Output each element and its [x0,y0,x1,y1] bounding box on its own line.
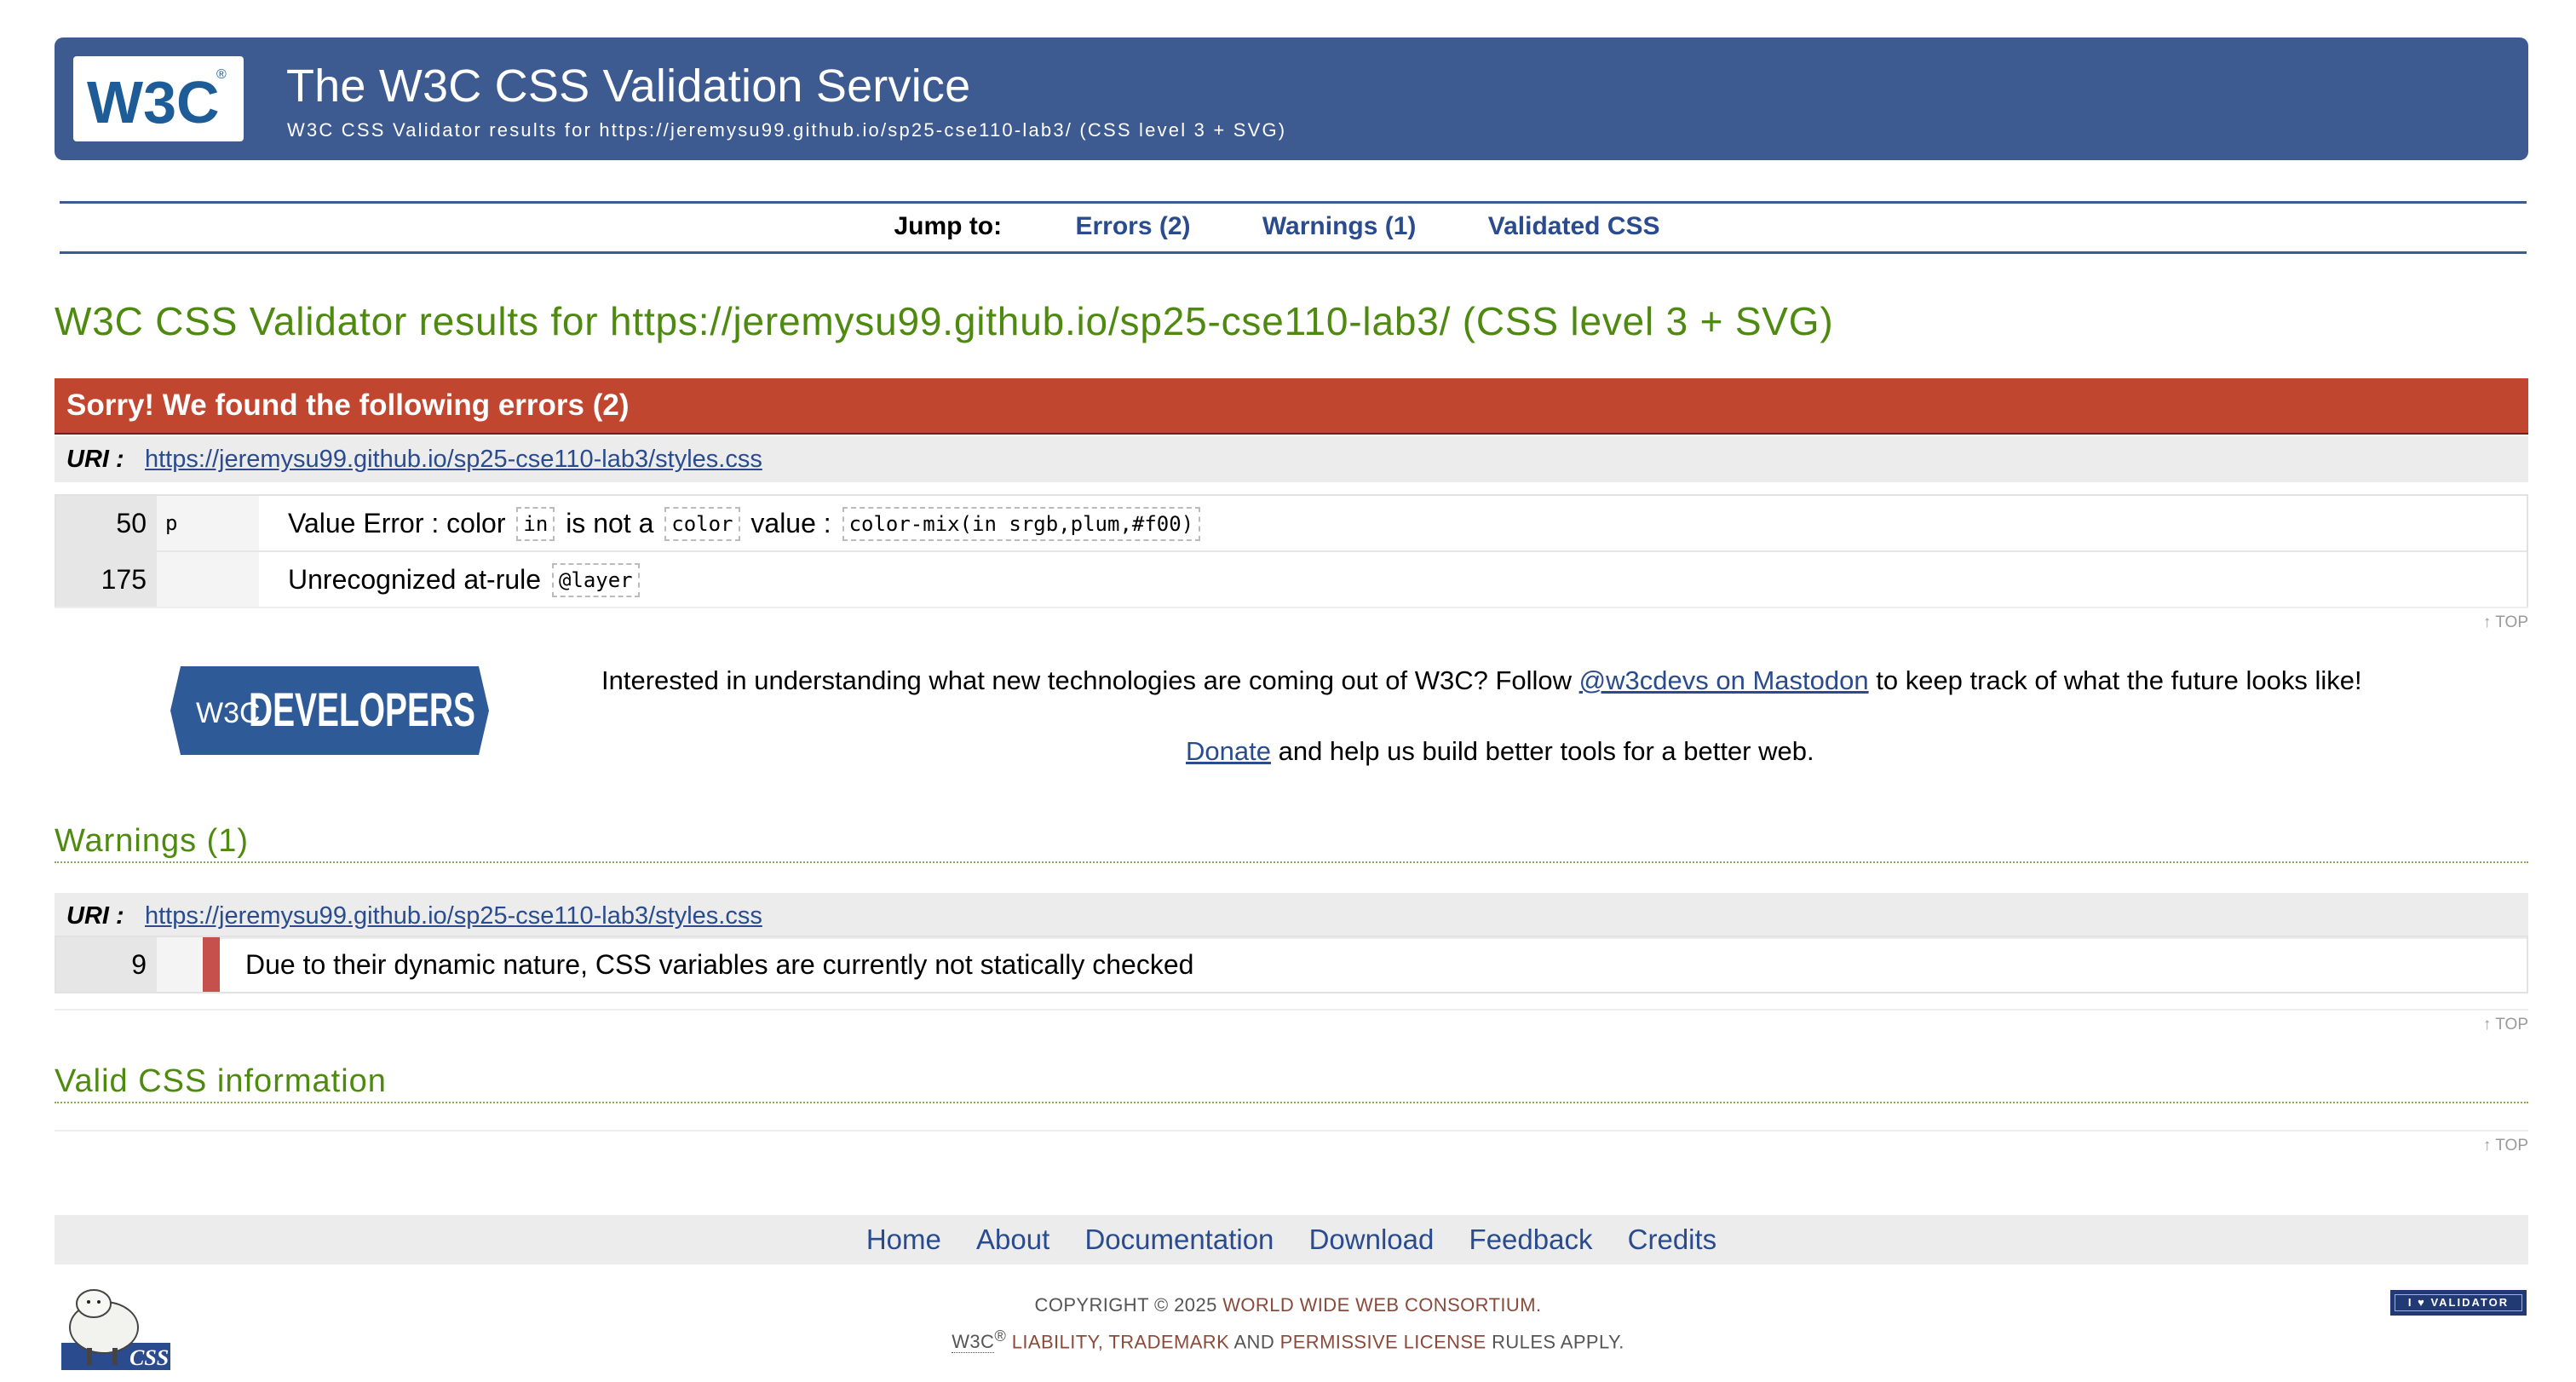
promo-text: Interested in understanding what new tec… [601,665,2362,695]
warning-line-number: 9 [56,937,157,992]
error-message: Unrecognized at-rule @layer [288,552,643,607]
back-to-top-link[interactable]: ↑ TOP [2483,613,2528,632]
back-to-top-link[interactable]: ↑ TOP [2483,1137,2528,1155]
trademark-link[interactable]: TRADEMARK [1108,1331,1229,1352]
divider [55,1130,2528,1132]
w3c-logo-text: W3C [87,69,220,135]
jump-errors-link[interactable]: Errors (2) [1075,212,1190,240]
uri-label: URI : [66,902,124,930]
errors-heading: Sorry! We found the following errors (2) [66,389,630,422]
error-line-number: 50 [56,496,157,550]
license-link[interactable]: PERMISSIVE LICENSE [1280,1331,1486,1352]
page-subtitle: W3C CSS Validator results for https://je… [287,119,1287,141]
errors-uri-row: URI : https://jeremysu99.github.io/sp25-… [55,436,2528,482]
svg-text:®: ® [216,67,227,82]
code-snippet: in [516,507,555,541]
results-heading: W3C CSS Validator results for https://je… [55,299,1834,343]
valid-css-heading: Valid CSS information [55,1063,2528,1103]
code-snippet: @layer [551,563,640,597]
error-line-number: 175 [56,552,157,607]
uri-label: URI : [66,446,124,473]
errors-header: Sorry! We found the following errors (2) [55,378,2528,435]
divider [55,607,2528,608]
code-snippet: color-mix(in srgb,plum,#f00) [842,507,1201,541]
errors-table: 50 p Value Error : color in is not a col… [55,494,2528,608]
copyright: COPYRIGHT © 2025 WORLD WIDE WEB CONSORTI… [952,1294,1624,1354]
header-banner: W3C ® The W3C CSS Validation Service W3C… [55,37,2528,160]
footer-documentation-link[interactable]: Documentation [1084,1224,1274,1255]
error-context: p [157,496,259,550]
warning-message: Due to their dynamic nature, CSS variabl… [245,949,1194,980]
mastodon-link[interactable]: @w3cdevs on Mastodon [1579,665,1869,695]
jump-to-bar: Jump to: Errors (2) Warnings (1) Validat… [60,201,2527,254]
page-title: The W3C CSS Validation Service [286,60,971,112]
liability-link[interactable]: LIABILITY, [1012,1331,1104,1352]
w3c-developers-badge[interactable]: W3C DEVELOPERS [170,666,489,755]
footer-download-link[interactable]: Download [1309,1224,1435,1255]
footer-about-link[interactable]: About [976,1224,1049,1255]
w3c-consortium-link[interactable]: WORLD WIDE WEB CONSORTIUM. [1222,1294,1541,1316]
error-message: Value Error : color in is not a color va… [288,496,1204,550]
warning-marker [203,937,220,992]
w3c-logo[interactable]: W3C ® [73,56,244,141]
jump-valid-css-link[interactable]: Validated CSS [1488,212,1660,240]
back-to-top-link[interactable]: ↑ TOP [2483,1016,2528,1034]
i-love-validator-badge[interactable]: I ♥ VALIDATOR [2390,1290,2527,1316]
code-snippet: color [664,507,740,541]
footer-home-link[interactable]: Home [866,1224,941,1255]
jump-warnings-link[interactable]: Warnings (1) [1262,212,1417,240]
footer-feedback-link[interactable]: Feedback [1469,1224,1593,1255]
errors-uri-link[interactable]: https://jeremysu99.github.io/sp25-cse110… [145,446,762,474]
warnings-uri-link[interactable]: https://jeremysu99.github.io/sp25-cse110… [145,902,762,930]
divider [55,1009,2528,1011]
warnings-heading: Warnings (1) [55,823,2528,863]
warnings-table: 9 Due to their dynamic nature, CSS varia… [55,936,2528,993]
w3c-abbr-link[interactable]: W3C [952,1331,995,1354]
donate-text: Donate and help us build better tools fo… [1186,736,1814,766]
error-row: 175 Unrecognized at-rule @layer [56,552,2527,607]
warning-row: 9 Due to their dynamic nature, CSS varia… [56,937,2527,992]
jump-to-label: Jump to: [894,212,1003,240]
error-context [157,552,259,607]
footer-credits-link[interactable]: Credits [1628,1224,1717,1255]
warnings-uri-row: URI : https://jeremysu99.github.io/sp25-… [55,893,2528,939]
error-row: 50 p Value Error : color in is not a col… [56,496,2527,552]
svg-text:DEVELOPERS: DEVELOPERS [249,682,475,736]
donate-link[interactable]: Donate [1186,736,1271,766]
footer-nav: Home About Documentation Download Feedba… [55,1215,2528,1264]
